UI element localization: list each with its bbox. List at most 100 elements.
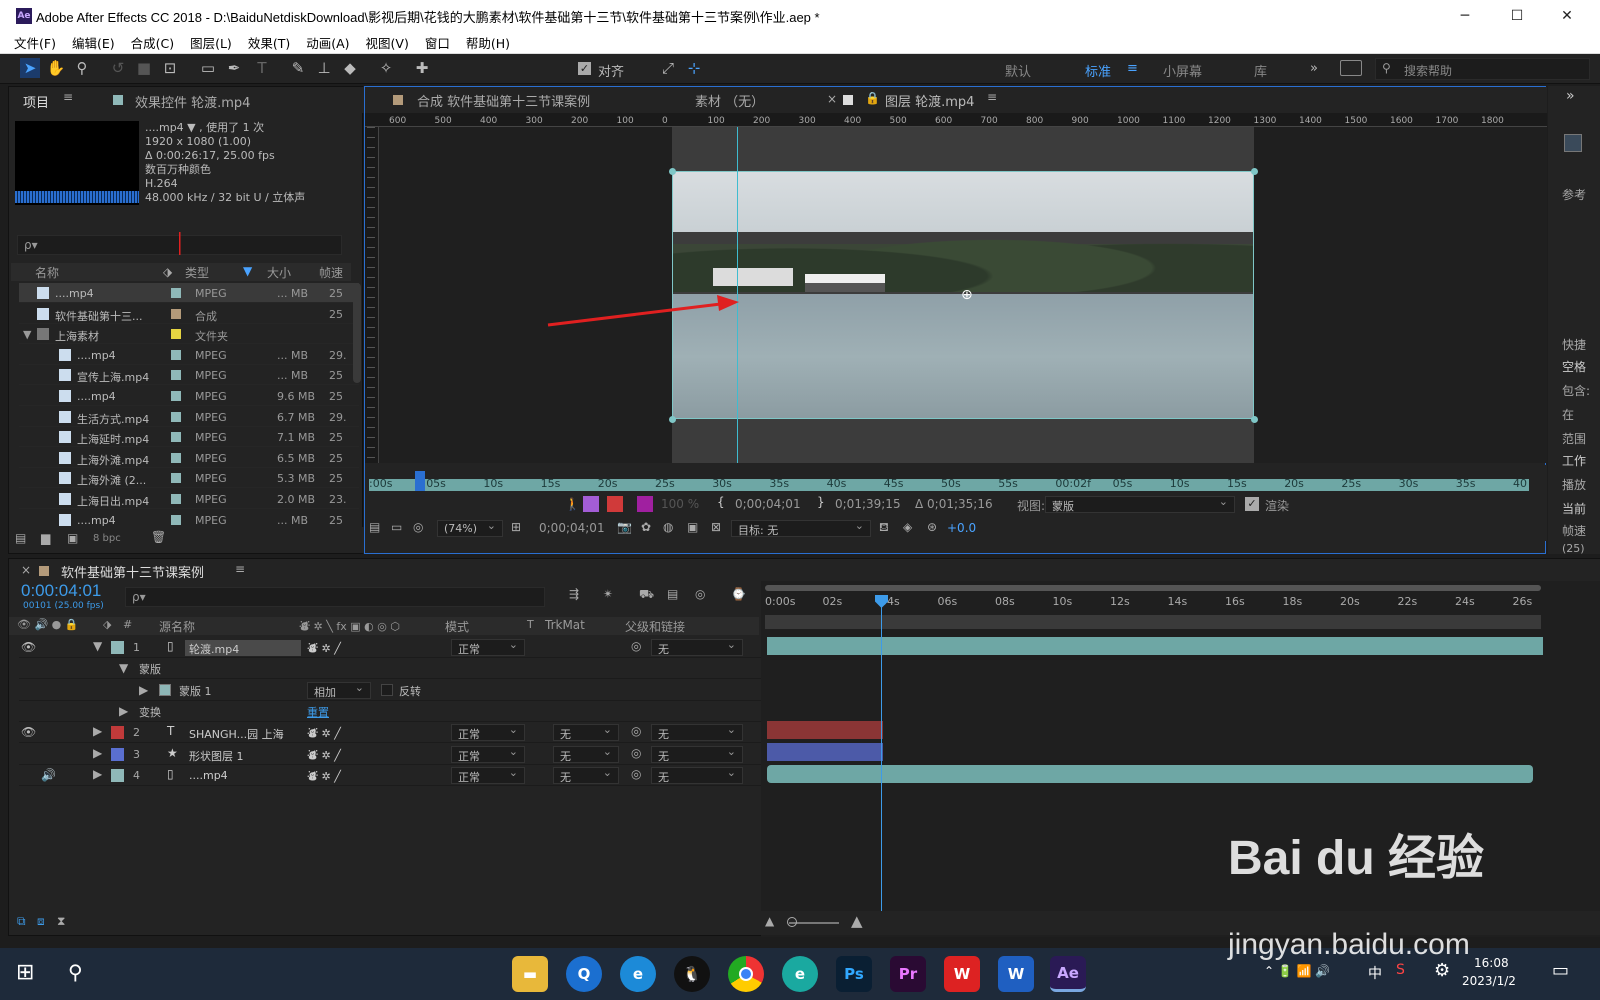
puppet-pin-tool-icon[interactable]: ✚ [412,58,432,78]
bit-depth-button[interactable]: 8 bpc [93,533,121,544]
qq-browser-icon[interactable]: Q [566,956,602,992]
trash-icon[interactable]: 🗑 [151,530,166,544]
label-spacebar[interactable]: 空格 [1562,358,1586,375]
vr-icon[interactable]: ◎ [413,520,423,534]
windows-start-icon[interactable]: ⊞ [16,960,34,985]
ime-indicator[interactable]: 中 [1368,963,1382,983]
new-folder-icon[interactable]: ▆ [41,531,50,545]
timeline-current-time[interactable]: 0:00:04:01 [21,581,101,601]
menu-animation[interactable]: 动画(A) [306,33,349,52]
clock-time[interactable]: 16:08 [1474,956,1509,970]
zoom-in-icon[interactable]: ▲ [851,912,863,930]
monitor-icon[interactable]: ▭ [391,520,402,534]
motion-blur-toggle-icon[interactable]: ◎ [695,587,705,601]
project-item[interactable]: 上海日出.mp4 MPEG 2.0 MB 23. [19,489,359,509]
snap-target-icon[interactable]: ⊹ [684,58,704,78]
shy-icon[interactable]: 🚶 [565,497,580,511]
motion-blur-icon[interactable] [583,496,599,512]
property-group-name[interactable]: 蒙版 [139,661,161,677]
notification-icon[interactable]: ▭ [1552,960,1569,981]
layer-view-icon[interactable]: ◈ [903,520,912,534]
viewer-canvas[interactable]: ⊕ [179,127,1547,463]
layer-row[interactable]: 🔊 ▶ 4 ▯ ....mp4 ⛇ ✲ ╱ 正常 无 ◎ 无 [19,765,779,786]
item-label-swatch[interactable] [171,494,181,504]
interpret-footage-icon[interactable]: ▤ [15,531,26,545]
tab-composition[interactable]: 合成 软件基础第十三节课案例 [417,91,590,110]
pickwhip-icon[interactable]: ◎ [631,746,641,760]
workspace-panel-icon[interactable] [1340,60,1362,76]
project-item[interactable]: 上海外滩 (2... MPEG 5.3 MB 25 [19,468,359,489]
selection-tool-icon[interactable]: ➤ [20,58,40,78]
layer-name[interactable]: SHANGH...园 上海 [185,725,301,741]
in-point-time[interactable]: 0;00;04;01 [735,497,801,511]
always-preview-icon[interactable]: ▤ [369,520,380,534]
zoom-tool-icon[interactable]: ⚲ [72,58,92,78]
layer-switches-icons[interactable]: ⛇ ✲ ╱ [307,640,341,656]
col-name[interactable]: 名称 [35,264,59,281]
twirl-triangle-icon[interactable]: ▶ [93,746,102,760]
snapshot-icon[interactable]: 📷 [617,520,632,534]
roto-brush-tool-icon[interactable]: ✧ [376,58,396,78]
tray-icons[interactable]: ⌃ 🔋 📶 🔊 [1264,964,1330,978]
current-time-indicator[interactable] [415,471,425,491]
word-icon[interactable]: W [998,956,1034,992]
align-checkbox[interactable]: ✓ [578,62,591,75]
edge-icon[interactable]: e [620,956,656,992]
chrome-icon[interactable] [728,956,764,992]
timeline-search-input[interactable]: ρ▾ [125,587,545,607]
draft-3d-icon[interactable]: ✴ [603,587,613,601]
mask-color-swatch[interactable] [159,684,171,696]
label-work[interactable]: 工作 [1562,452,1586,469]
pen-tool-icon[interactable]: ✒ [224,58,244,78]
label-current[interactable]: 当前 [1562,500,1586,517]
reset-link[interactable]: 重置 [307,704,329,720]
out-point-icon[interactable]: } [817,495,825,509]
close-tab-icon[interactable]: × [827,92,837,106]
pickwhip-icon[interactable]: ◎ [631,767,641,781]
in-point-icon[interactable]: { [717,495,725,509]
new-comp-icon[interactable]: ▣ [67,531,78,545]
menu-help[interactable]: 帮助(H) [466,33,510,52]
work-area-bar[interactable] [765,585,1541,591]
parent-dropdown[interactable]: 无 [651,745,743,763]
blend-mode-dropdown[interactable]: 正常 [451,638,525,656]
out-point-time[interactable]: 0;01;39;15 [835,497,901,511]
layer-bar-3[interactable] [767,743,883,761]
mask-mode-dropdown[interactable]: 相加 [307,681,371,699]
layer-row[interactable]: ▶ 3 ★ 形状图层 1 ⛇ ✲ ╱ 正常 无 ◎ 无 [19,744,779,765]
menu-composition[interactable]: 合成(C) [131,33,174,52]
layer-property-row[interactable]: ▶ 变换 重置 [19,701,779,722]
transparency-grid-icon[interactable]: ⊠ [711,520,721,534]
layer-property-row[interactable]: ▼ 蒙版 [19,658,779,679]
visibility-eye-icon[interactable]: 👁 [21,725,36,739]
viewer-timecode[interactable]: 0;00;04;01 [539,521,605,535]
layer-name[interactable]: ....mp4 [185,768,301,784]
photoshop-icon[interactable]: Ps [836,956,872,992]
hand-tool-icon[interactable]: ✋ [46,58,66,78]
twirl-triangle-icon[interactable]: ▶ [93,767,102,781]
maximize-button[interactable]: ☐ [1492,0,1542,32]
color-icon[interactable] [637,496,653,512]
layer-label-swatch[interactable] [111,641,124,654]
workspace-menu-icon[interactable]: ≡ [1127,61,1138,76]
help-search-input[interactable]: ⚲ 搜索帮助 [1375,58,1590,80]
wps-icon[interactable]: W [944,956,980,992]
target-dropdown[interactable]: 目标: 无 [731,519,871,537]
menu-effect[interactable]: 效果(T) [248,33,290,52]
blend-mode-dropdown[interactable]: 正常 [451,723,525,741]
rectangle-tool-icon[interactable]: ▭ [198,58,218,78]
twirl-triangle-icon[interactable]: ▶ [119,704,128,718]
trkmat-dropdown[interactable]: 无 [553,745,619,763]
pickwhip-icon[interactable]: ◎ [631,639,641,653]
workspace-default[interactable]: 默认 [1005,61,1031,80]
sogou-icon[interactable]: S [1396,962,1405,978]
graph-editor-icon[interactable]: ⌚ [731,587,746,601]
show-snapshot-icon[interactable]: ✿ [641,520,651,534]
frame-render-icon[interactable]: ⧗ [57,914,65,929]
zoom-slider-thumb[interactable] [787,917,797,927]
rotate-tool-icon[interactable]: ↺ [108,58,128,78]
tab-effect-controls[interactable]: 效果控件 轮渡.mp4 [135,92,250,111]
file-explorer-icon[interactable]: ▬ [512,956,548,992]
parent-dropdown[interactable]: 无 [651,766,743,784]
workspace-library[interactable]: 库 [1254,61,1267,80]
